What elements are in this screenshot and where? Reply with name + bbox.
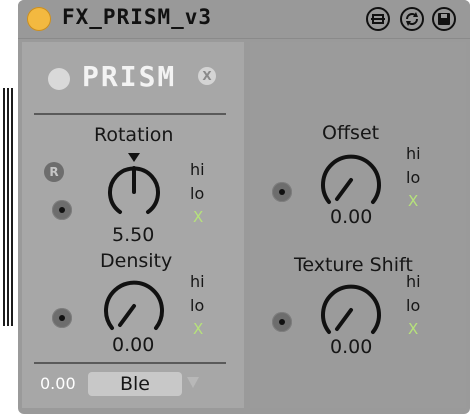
title-bar: FX_PRISM_v3 — [18, 0, 470, 39]
expand-icon[interactable] — [366, 7, 390, 31]
density-knob[interactable] — [100, 272, 168, 334]
rotation-x[interactable]: X — [193, 208, 203, 226]
rotation-knob[interactable] — [97, 150, 171, 224]
rotation-mod-dot[interactable] — [52, 200, 72, 220]
rotation-value: 5.50 — [112, 224, 155, 246]
left-panel: PRISM X Rotation R 5.50 hi lo X Density … — [22, 42, 244, 408]
offset-lo[interactable]: lo — [406, 168, 420, 187]
device-panel: FX_PRISM_v3 PRISM X Rotation R 5.50 hi l… — [18, 0, 470, 414]
texture-shift-lo[interactable]: lo — [406, 296, 420, 315]
texture-shift-value: 0.00 — [330, 336, 373, 358]
offset-knob[interactable] — [317, 146, 385, 208]
footer-value[interactable]: 0.00 — [40, 374, 76, 393]
device-title: FX_PRISM_v3 — [62, 5, 213, 29]
rotation-lo[interactable]: lo — [190, 184, 204, 203]
texture-shift-label: Texture Shift — [294, 254, 413, 276]
offset-value: 0.00 — [330, 206, 373, 228]
rotation-reset-badge[interactable]: R — [44, 162, 64, 182]
right-panel: Offset 0.00 hi lo X Texture Shift 0.00 h… — [250, 42, 466, 408]
offset-hi[interactable]: hi — [406, 144, 421, 163]
hot-swap-icon[interactable] — [400, 7, 424, 31]
save-preset-icon[interactable] — [432, 7, 456, 31]
offset-x[interactable]: X — [408, 192, 418, 210]
logo-led[interactable] — [48, 68, 70, 90]
rotation-hi[interactable]: hi — [190, 160, 205, 179]
density-label: Density — [100, 250, 173, 272]
separator-bottom — [34, 362, 226, 364]
logo-close-button[interactable]: X — [198, 67, 216, 85]
density-x[interactable]: X — [193, 320, 203, 338]
offset-mod-dot[interactable] — [272, 182, 292, 202]
density-lo[interactable]: lo — [190, 296, 204, 315]
external-divider-lines — [3, 88, 13, 326]
texture-shift-mod-dot[interactable] — [272, 312, 292, 332]
density-value: 0.00 — [112, 334, 155, 356]
device-power-button[interactable] — [27, 7, 51, 31]
density-mod-dot[interactable] — [52, 308, 72, 328]
texture-shift-x[interactable]: X — [408, 320, 418, 338]
separator-top — [34, 113, 226, 115]
prism-logo: PRISM — [82, 60, 177, 93]
mode-chip[interactable]: Ble — [88, 372, 182, 396]
texture-shift-hi[interactable]: hi — [406, 272, 421, 291]
texture-shift-knob[interactable] — [317, 276, 385, 338]
density-hi[interactable]: hi — [190, 272, 205, 291]
offset-label: Offset — [322, 122, 380, 144]
chevron-down-icon[interactable] — [187, 377, 199, 389]
rotation-label: Rotation — [94, 124, 174, 146]
